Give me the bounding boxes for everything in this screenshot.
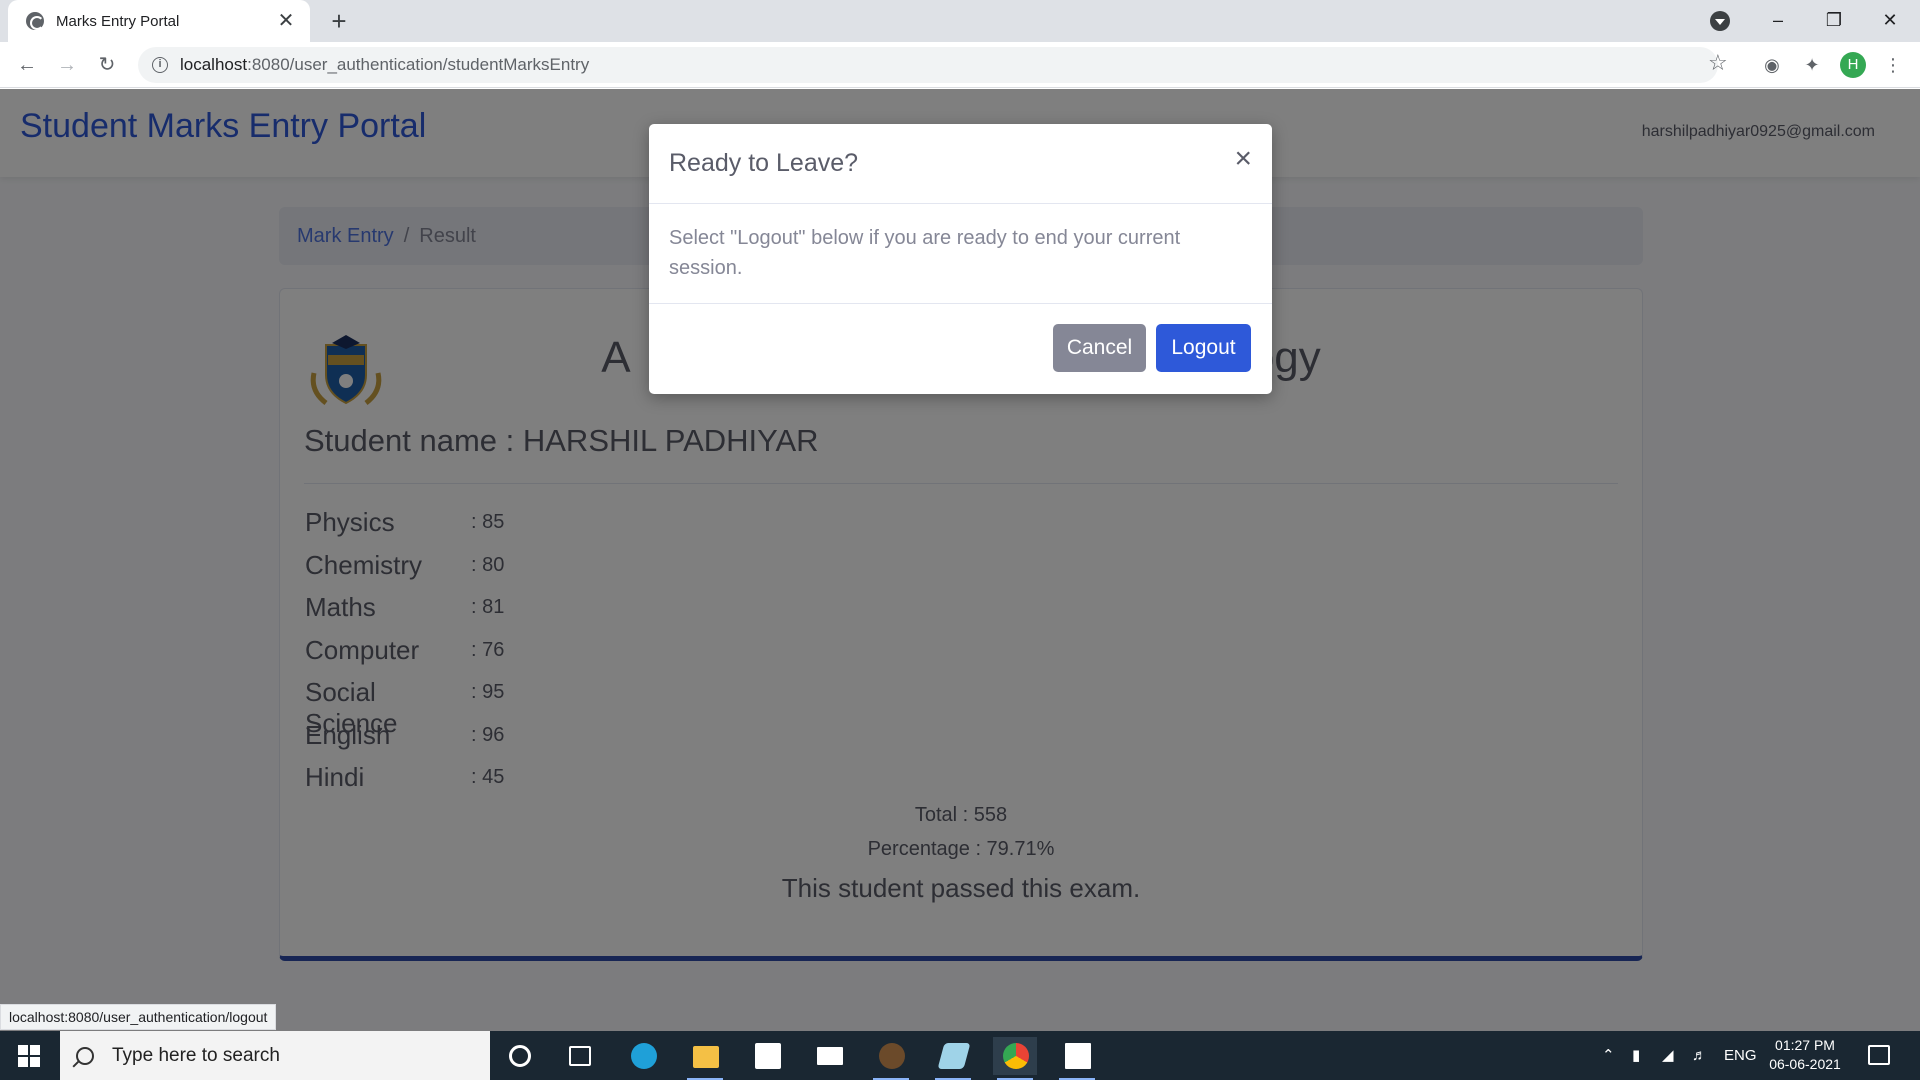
extensions-icon[interactable]: ✦ [1799,52,1825,78]
camera-icon[interactable]: ◉ [1759,52,1785,78]
info-icon[interactable]: i [152,57,168,73]
url-host: localhost [180,55,248,74]
edge-browser-icon[interactable] [621,1037,665,1075]
close-window-icon[interactable]: ✕ [1862,0,1918,42]
globe-icon [26,12,44,30]
windows-taskbar: Type here to search ⌃ ▮ ◢ ♬ ENG 01:27 PM… [0,1031,1920,1080]
bookmark-star-icon[interactable]: ☆ [1708,50,1728,76]
tray-chevron-icon[interactable]: ⌃ [1602,1031,1615,1080]
tab-close-icon[interactable]: ✕ [276,11,296,31]
forward-icon[interactable]: → [52,50,82,80]
photos-icon[interactable] [1055,1037,1099,1080]
search-placeholder: Type here to search [112,1044,280,1066]
notes-app-icon[interactable] [931,1037,975,1080]
modal-title: Ready to Leave? [669,149,859,177]
windows-start-icon[interactable] [18,1045,40,1067]
taskbar-search-input[interactable]: Type here to search [60,1031,490,1080]
cancel-button[interactable]: Cancel [1053,324,1146,372]
browser-tabstrip: Marks Entry Portal ✕ + – ❐ ✕ [0,0,1920,42]
tab-search-icon[interactable] [1710,11,1730,31]
taskbar-clock[interactable]: 01:27 PM 06-06-2021 [1760,1036,1850,1074]
browser-toolbar: ← → ↻ i localhost:8080/user_authenticati… [0,42,1920,88]
browser-tab[interactable]: Marks Entry Portal ✕ [8,0,310,42]
menu-kebab-icon[interactable]: ⋮ [1880,52,1906,78]
back-icon[interactable]: ← [12,50,42,80]
url-path: :8080/user_authentication/studentMarksEn… [247,55,590,74]
file-explorer-icon[interactable] [683,1037,727,1080]
clock-time: 01:27 PM [1775,1037,1835,1053]
battery-icon[interactable]: ▮ [1632,1031,1640,1080]
app-gear-icon[interactable] [869,1037,913,1080]
task-view-icon[interactable] [558,1037,602,1075]
restore-icon[interactable]: ❐ [1806,0,1862,42]
address-bar[interactable]: i localhost:8080/user_authentication/stu… [138,47,1718,83]
minimize-icon[interactable]: – [1750,0,1806,42]
search-icon [76,1046,94,1065]
cortana-icon[interactable] [498,1037,542,1075]
notifications-icon[interactable] [1868,1045,1890,1065]
modal-body-text: Select "Logout" below if you are ready t… [669,227,1181,279]
logout-modal: Ready to Leave? × Select "Logout" below … [649,124,1272,394]
new-tab-button[interactable]: + [324,6,354,36]
profile-avatar[interactable]: H [1840,52,1866,78]
modal-footer: Cancel Logout [649,303,1272,394]
modal-header: Ready to Leave? × [649,124,1272,204]
chrome-icon[interactable] [993,1037,1037,1080]
language-indicator[interactable]: ENG [1724,1031,1757,1080]
mail-icon[interactable] [807,1037,851,1075]
wifi-icon[interactable]: ◢ [1662,1031,1674,1080]
close-icon[interactable]: × [1234,144,1252,174]
status-url: localhost:8080/user_authentication/logou… [0,1004,277,1030]
tab-title: Marks Entry Portal [56,12,180,30]
microsoft-store-icon[interactable] [745,1037,789,1075]
logout-button[interactable]: Logout [1156,324,1251,372]
reload-icon[interactable]: ↻ [92,50,122,80]
clock-date: 06-06-2021 [1769,1056,1841,1072]
volume-icon[interactable]: ♬ [1692,1031,1707,1080]
